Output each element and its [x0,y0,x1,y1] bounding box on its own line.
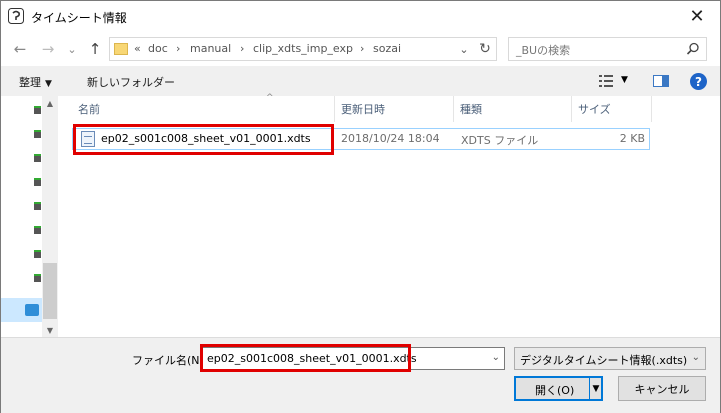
column-modified-label: 更新日時 [341,103,385,116]
column-header-name[interactable]: 名前 [72,96,335,122]
nav-tree-item[interactable] [34,274,41,282]
scroll-up-icon[interactable]: ▲ [42,96,58,110]
address-bar[interactable]: « doc › manual › clip_xdts_imp_exp › soz… [109,37,497,61]
breadcrumb-overflow[interactable]: « [134,42,141,55]
chevron-down-icon: ▼ [45,79,52,89]
search-placeholder: _BUの検索 [516,44,571,57]
chevron-down-icon: ⌄ [691,352,700,363]
sort-ascending-icon: ^ [266,93,274,103]
open-label: 開く(O) [535,384,575,397]
title-bar: タイムシート情報 ✕ [1,1,720,32]
organize-button[interactable]: 整理 ▼ [19,74,52,90]
view-details-icon[interactable] [599,74,613,88]
breadcrumb-clip-xdts[interactable]: clip_xdts_imp_exp [253,42,353,55]
column-header-type[interactable]: 種類 [454,96,572,122]
nav-tree-item[interactable] [34,106,41,114]
new-folder-button[interactable]: 新しいフォルダー [87,74,175,90]
nav-tree-item[interactable] [34,250,41,258]
breadcrumb-manual[interactable]: manual [190,42,231,55]
view-dropdown-icon[interactable]: ▼ [621,75,628,85]
nav-tree-item[interactable] [34,178,41,186]
breadcrumb-doc[interactable]: doc [148,42,168,55]
search-icon[interactable] [686,42,700,56]
column-name-label: 名前 [78,103,100,116]
window-title: タイムシート情報 [31,11,127,25]
open-button[interactable]: 開く(O) ▼ [514,376,603,401]
network-icon [25,304,39,316]
breadcrumb-sep: › [240,42,245,55]
column-header-size[interactable]: サイズ [572,96,652,122]
open-dropdown-icon[interactable]: ▼ [589,378,602,399]
highlight-box-filename [200,344,411,372]
file-open-dialog: タイムシート情報 ✕ ← → ⌄ ↑ « doc › manual › clip… [0,0,721,413]
chevron-down-icon[interactable]: ⌄ [492,352,500,363]
nav-tree-item[interactable] [34,202,41,210]
search-input[interactable]: _BUの検索 [508,37,707,61]
help-icon[interactable]: ? [690,73,707,90]
command-bar: 整理 ▼ 新しいフォルダー ▼ ? [1,66,720,96]
column-size-label: サイズ [578,103,611,116]
nav-scrollbar[interactable]: ▲ ▼ [42,96,58,337]
folder-icon [114,43,128,55]
nav-tree-item[interactable] [34,154,41,162]
file-type: XDTS ファイル [461,134,539,147]
file-size: 2 KB [619,132,645,145]
highlight-box-file [73,124,334,155]
filename-label: ファイル名(N): [132,354,208,367]
column-type-label: 種類 [460,103,482,116]
nav-tree-item[interactable] [34,130,41,138]
cancel-button[interactable]: キャンセル [618,376,706,401]
refresh-icon[interactable]: ↻ [476,40,494,58]
filetype-select[interactable]: デジタルタイムシート情報(.xdts) ⌄ [514,347,706,370]
organize-label: 整理 [19,76,41,89]
breadcrumb-sozai[interactable]: sozai [373,42,401,55]
back-button[interactable]: ← [9,39,31,59]
up-button[interactable]: ↑ [85,39,105,59]
breadcrumb-sep: › [360,42,365,55]
breadcrumb-sep: › [176,42,181,55]
nav-tree-item[interactable] [34,226,41,234]
file-modified: 2018/10/24 18:04 [341,132,440,145]
preview-pane-icon[interactable] [653,75,669,87]
address-dropdown-icon[interactable]: ⌄ [456,40,472,58]
app-icon [8,8,24,24]
scroll-thumb[interactable] [43,263,57,319]
recent-locations-button[interactable]: ⌄ [65,39,79,59]
forward-button[interactable]: → [37,39,59,59]
close-button[interactable]: ✕ [674,1,720,32]
scroll-down-icon[interactable]: ▼ [42,323,58,337]
filetype-value: デジタルタイムシート情報(.xdts) [520,354,688,367]
column-header-modified[interactable]: 更新日時 [335,96,454,122]
